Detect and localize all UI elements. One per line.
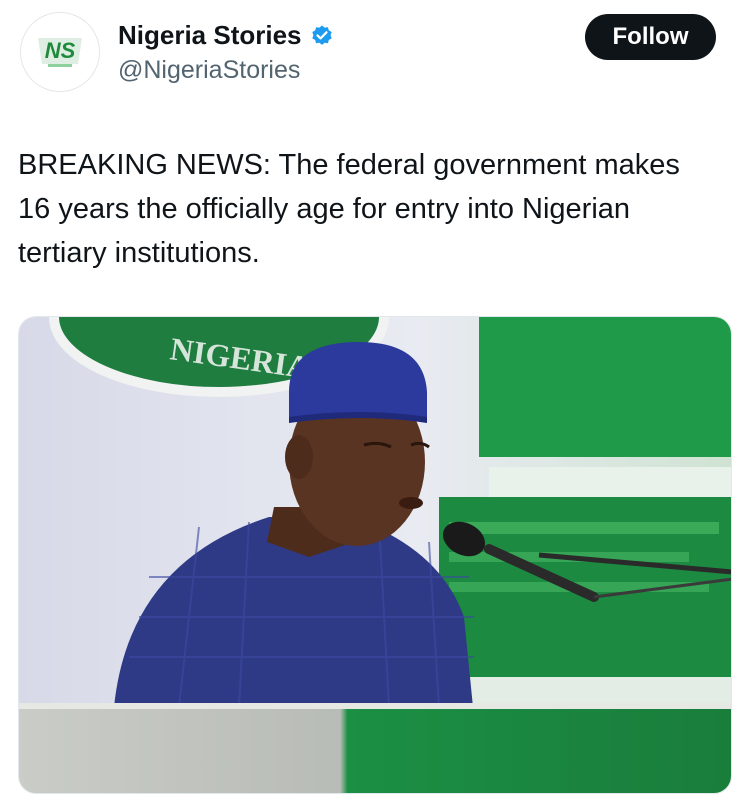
author-name-row: Nigeria Stories [118,20,334,51]
tweet-text: BREAKING NEWS: The federal government ma… [18,149,680,269]
author-display-name[interactable]: Nigeria Stories [118,20,302,51]
nigeria-stories-logo-icon: NS [38,38,82,67]
tweet-image[interactable]: NIGERIA [18,316,732,794]
verified-badge-icon [311,25,332,45]
speaker-at-podium-photo: NIGERIA [19,317,731,793]
follow-button[interactable]: Follow [585,14,716,60]
profile-avatar[interactable]: NS [20,12,100,92]
svg-text:NS: NS [45,38,76,63]
author-handle[interactable]: @NigeriaStories [118,56,300,85]
